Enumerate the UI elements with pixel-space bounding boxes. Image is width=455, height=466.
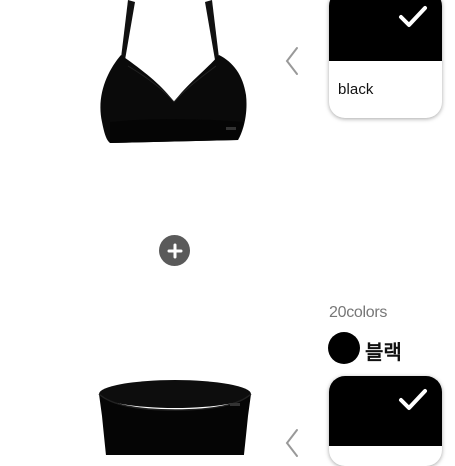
- color-label: black: [338, 81, 374, 98]
- check-icon: [399, 389, 427, 410]
- add-button[interactable]: [159, 235, 190, 266]
- briefs-product-image: [98, 380, 252, 455]
- check-icon: [399, 6, 427, 27]
- selected-color-dot[interactable]: [328, 332, 360, 364]
- plus-icon: [167, 243, 182, 258]
- color-count: 20colors: [329, 304, 388, 321]
- selected-color-name: 블랙: [365, 342, 402, 364]
- color-swatch-card[interactable]: black: [329, 0, 442, 118]
- color-swatch-card[interactable]: [329, 376, 442, 466]
- chevron-left-icon[interactable]: [282, 44, 302, 78]
- bra-product-image: [100, 0, 247, 143]
